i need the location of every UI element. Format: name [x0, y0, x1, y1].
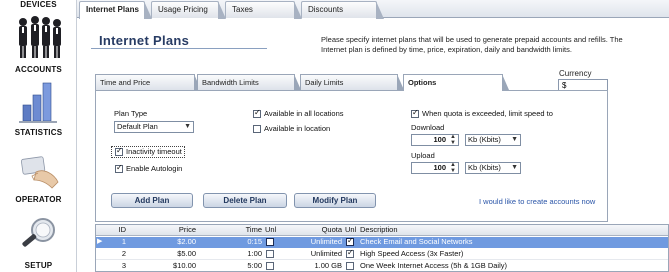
cell-time-unl-checkbox[interactable] — [266, 250, 274, 258]
cell-time: 1:00 — [247, 249, 262, 258]
accounts-icon — [18, 16, 61, 58]
chevron-down-icon: ▼ — [511, 136, 518, 143]
sidebar: DEVICES ACCOUNTS STATISTICS OPERATOR SET… — [0, 0, 77, 272]
upload-speed-input[interactable]: 100 ▲ ▼ — [411, 162, 459, 174]
sidebar-item-label: OPERATOR — [15, 195, 62, 204]
tab-internet-plans[interactable]: Internet Plans — [79, 1, 152, 19]
quota-limit-checkbox[interactable] — [411, 108, 419, 118]
operator-icon — [20, 156, 58, 189]
delete-plan-button[interactable]: Delete Plan — [203, 193, 287, 208]
tab-discounts[interactable]: Discounts — [301, 1, 384, 19]
cell-id: 3 — [121, 261, 126, 270]
sidebar-item-setup[interactable]: SETUP — [0, 214, 77, 270]
cell-price: $2.00 — [177, 237, 196, 246]
tab-taxes[interactable]: Taxes — [225, 1, 302, 19]
sidebar-item-label: DEVICES — [20, 0, 57, 9]
cell-id: 2 — [121, 249, 126, 258]
available-all-locations-label: Available in all locations — [264, 109, 344, 118]
cell-quota: Unlimited — [310, 237, 342, 246]
tab-options[interactable]: Options — [403, 74, 509, 91]
sidebar-item-accounts[interactable]: ACCOUNTS — [0, 12, 77, 74]
sidebar-item-label: STATISTICS — [14, 128, 63, 137]
plan-type-value: Default Plan — [117, 122, 158, 131]
column-header-time-unl: Unl — [265, 225, 277, 234]
quota-limit-label: When quota is exceeded, limit speed to — [422, 109, 553, 118]
download-speed-value: 100 — [433, 135, 446, 144]
sidebar-item-operator[interactable]: OPERATOR — [0, 152, 77, 204]
column-header-quota: Quota — [321, 225, 342, 234]
cell-description: High Speed Access (3x Faster) — [360, 249, 464, 258]
column-header-description: Description — [360, 225, 398, 234]
statistics-icon — [18, 82, 57, 123]
title-divider — [91, 48, 267, 49]
plan-type-label: Plan Type — [114, 109, 148, 118]
top-tab-bar: Internet Plans Usage Pricing Taxes Disco… — [77, 0, 669, 19]
inactivity-timeout-label: Inactivity timeout — [126, 147, 182, 156]
column-header-time: Time — [245, 225, 262, 234]
modify-plan-button[interactable]: Modify Plan — [294, 193, 376, 208]
table-row[interactable]: ▶ 1 $2.00 0:15 Unlimited Check Email and… — [96, 236, 668, 248]
table-row[interactable]: 3 $10.00 5:00 1.00 GB One Week Internet … — [96, 261, 668, 271]
cell-description: One Week Internet Access (5h & 1GB Daily… — [360, 261, 508, 270]
row-pointer-icon: ▶ — [97, 238, 103, 245]
sidebar-item-label: ACCOUNTS — [15, 65, 62, 74]
download-speed-input[interactable]: 100 ▲ ▼ — [411, 134, 459, 146]
plan-type-select[interactable]: Default Plan ▼ — [114, 121, 194, 133]
cell-time-unl-checkbox[interactable] — [266, 238, 274, 246]
page-title: Internet Plans — [99, 33, 190, 48]
setup-icon — [21, 218, 55, 247]
cell-description: Check Email and Social Networks — [360, 237, 473, 246]
chevron-down-icon: ▼ — [511, 164, 518, 171]
spinner-icon[interactable]: ▲ ▼ — [450, 134, 456, 146]
cell-id: 1 — [121, 237, 126, 246]
tab-time-and-price[interactable]: Time and Price — [95, 74, 201, 90]
available-in-location-label: Available in location — [264, 124, 331, 133]
sub-tab-bar: Time and Price Bandwidth Limits Daily Li… — [95, 74, 635, 91]
cell-quota: Unlimited — [310, 249, 342, 258]
upload-speed-value: 100 — [433, 163, 446, 172]
download-unit-select[interactable]: Kb (Kbits) ▼ — [465, 134, 521, 146]
column-header-quota-unl: Unl — [345, 225, 357, 234]
upload-unit-select[interactable]: Kb (Kbits) ▼ — [465, 162, 521, 174]
cell-quota-unl-checkbox[interactable] — [346, 248, 354, 258]
column-header-price: Price — [178, 225, 196, 234]
sidebar-item-devices[interactable]: DEVICES — [0, 0, 77, 9]
sidebar-item-statistics[interactable]: STATISTICS — [0, 79, 77, 137]
table-header: ID Price Time Unl Quota Unl Description — [96, 225, 668, 236]
available-all-locations-checkbox[interactable] — [253, 108, 261, 118]
sidebar-item-label: SETUP — [24, 261, 53, 270]
cell-quota-unl-checkbox[interactable] — [346, 262, 354, 270]
cell-quota: 1.00 GB — [314, 261, 342, 270]
upload-unit-value: Kb (Kbits) — [468, 163, 501, 172]
cell-time: 5:00 — [247, 261, 262, 270]
tab-usage-pricing[interactable]: Usage Pricing — [151, 1, 226, 19]
enable-autologin-checkbox[interactable] — [115, 163, 123, 173]
plans-table: ID Price Time Unl Quota Unl Description … — [95, 224, 669, 272]
cell-quota-unl-checkbox[interactable] — [346, 236, 354, 246]
spinner-icon[interactable]: ▲ ▼ — [450, 162, 456, 174]
download-label: Download — [411, 123, 445, 132]
chevron-down-icon: ▼ — [184, 123, 191, 130]
download-unit-value: Kb (Kbits) — [468, 135, 501, 144]
main-panel: Internet Plans Usage Pricing Taxes Disco… — [77, 0, 669, 272]
upload-label: Upload — [411, 151, 435, 160]
cell-price: $5.00 — [177, 249, 196, 258]
cell-time-unl-checkbox[interactable] — [266, 262, 274, 270]
enable-autologin-label: Enable Autologin — [126, 164, 183, 173]
options-panel: Plan Type Default Plan ▼ Inactivity time… — [95, 90, 608, 222]
tab-daily-limits[interactable]: Daily Limits — [300, 74, 404, 90]
create-accounts-link[interactable]: I would like to create accounts now — [479, 197, 595, 206]
table-row[interactable]: 2 $5.00 1:00 Unlimited High Speed Access… — [96, 248, 668, 260]
column-header-id: ID — [118, 225, 127, 234]
page-description: Please specify internet plans that will … — [321, 35, 623, 54]
cell-price: $10.00 — [173, 261, 196, 270]
tab-bandwidth-limits[interactable]: Bandwidth Limits — [197, 74, 301, 90]
inactivity-timeout-checkbox[interactable] — [115, 146, 123, 156]
available-in-location-checkbox[interactable] — [253, 125, 261, 133]
cell-time: 0:15 — [247, 237, 262, 246]
add-plan-button[interactable]: Add Plan — [111, 193, 193, 208]
